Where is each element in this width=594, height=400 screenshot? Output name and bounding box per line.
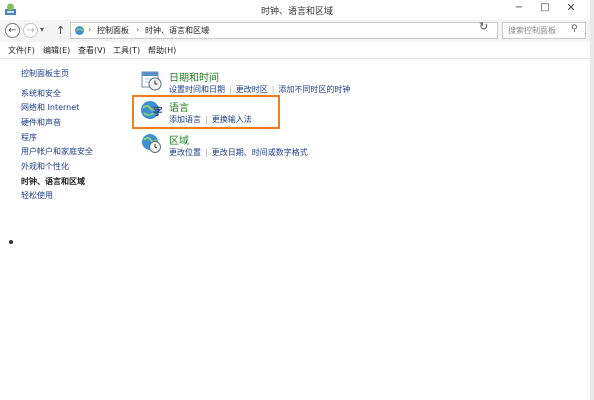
breadcrumb-separator[interactable]: › [88, 25, 91, 34]
region-links: 更改位置 | 更改日期、时间或数字格式 [169, 147, 308, 158]
link-divider: | [229, 85, 232, 94]
recent-pages-dropdown-icon[interactable]: ▾ [40, 25, 44, 34]
date-time-title[interactable]: 日期和时间 [169, 69, 219, 84]
region-title[interactable]: 区域 [169, 132, 189, 147]
sidebar-home-link[interactable]: 控制面板主页 [21, 68, 69, 79]
window-edge [590, 0, 594, 400]
sidebar-item-clock-language-region: 时钟、语言和区域 [21, 177, 85, 186]
breadcrumb-control-panel[interactable]: 控制面板 [97, 25, 129, 36]
menu-view[interactable]: 查看(V) [78, 45, 106, 56]
title-bar: 时钟、语言和区域 − □ ✕ [0, 0, 594, 20]
back-button[interactable]: ← [5, 23, 20, 38]
change-date-time-format-link[interactable]: 更改日期、时间或数字格式 [212, 148, 308, 157]
sidebar-item-hardware-sound[interactable]: 硬件和声音 [21, 117, 61, 128]
close-button[interactable]: ✕ [558, 0, 584, 18]
sidebar-item-network-internet[interactable]: 网络和 Internet [21, 102, 79, 113]
link-divider: | [205, 148, 208, 157]
breadcrumb-clock-language-region[interactable]: 时钟、语言和区域 [145, 25, 209, 36]
region-globe-clock-icon [142, 134, 161, 153]
menu-bar: 文件(F) 编辑(E) 查看(V) 工具(T) 帮助(H) [0, 42, 594, 59]
breadcrumb-separator[interactable]: › [207, 25, 210, 34]
date-time-links: 设置时间和日期 | 更改时区 | 添加不同时区的时钟 [169, 84, 350, 95]
address-bar[interactable]: › 控制面板 › 时钟、语言和区域 › ▾ [70, 22, 542, 39]
search-input[interactable]: 搜索控制面板 ⚲ [502, 22, 586, 39]
menu-file[interactable]: 文件(F) [8, 45, 35, 56]
change-location-link[interactable]: 更改位置 [169, 148, 201, 157]
menu-help[interactable]: 帮助(H) [148, 45, 176, 56]
menu-tools[interactable]: 工具(T) [113, 45, 140, 56]
add-clocks-link[interactable]: 添加不同时区的时钟 [278, 85, 350, 94]
current-item-bullet-icon [9, 240, 13, 244]
link-divider: | [271, 85, 275, 94]
up-level-button[interactable]: ↑ [56, 24, 65, 37]
search-icon[interactable]: ⚲ [571, 24, 578, 34]
breadcrumb-separator[interactable]: › [136, 25, 139, 34]
sidebar-item-appearance[interactable]: 外观和个性化 [21, 161, 69, 172]
sidebar-item-programs[interactable]: 程序 [21, 132, 37, 143]
sidebar-item-user-accounts[interactable]: 用户帐户和家庭安全 [21, 146, 93, 157]
minimize-button[interactable]: − [506, 0, 532, 18]
highlight-box [132, 95, 280, 129]
navigation-bar: ← → ▾ ↑ › 控制面板 › 时钟、语言和区域 › ▾ ↻ 搜索控制面板 ⚲ [0, 20, 594, 42]
change-timezone-link[interactable]: 更改时区 [236, 85, 268, 94]
refresh-icon[interactable]: ↻ [479, 20, 488, 33]
sidebar: 控制面板主页 系统和安全 网络和 Internet 硬件和声音 程序 用户帐户和… [0, 58, 122, 400]
sidebar-item-system-security[interactable]: 系统和安全 [21, 88, 61, 99]
maximize-button[interactable]: □ [532, 0, 558, 18]
calendar-clock-icon [141, 71, 162, 91]
forward-button[interactable]: → [23, 23, 38, 38]
set-time-date-link[interactable]: 设置时间和日期 [169, 85, 225, 94]
menu-edit[interactable]: 编辑(E) [43, 45, 70, 56]
control-panel-icon [75, 26, 84, 35]
window-title: 时钟、语言和区域 [260, 7, 333, 17]
sidebar-item-ease-of-access[interactable]: 轻松使用 [21, 190, 53, 201]
search-placeholder: 搜索控制面板 [508, 26, 556, 35]
